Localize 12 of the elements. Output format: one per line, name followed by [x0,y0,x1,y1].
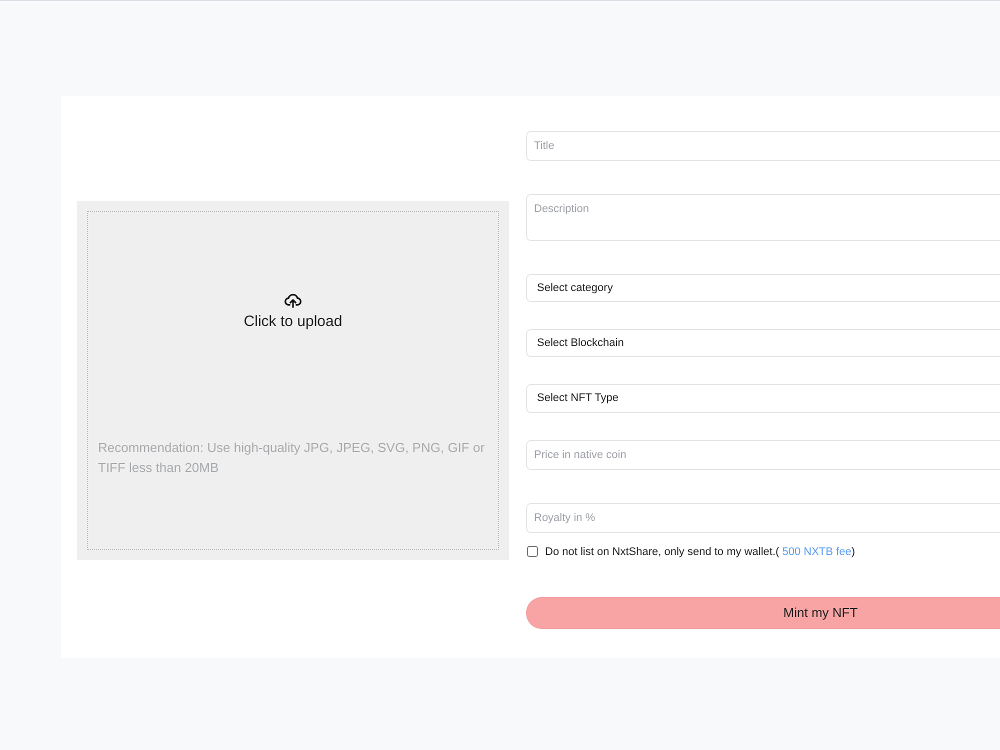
mint-button[interactable]: Mint my NFT [526,596,1000,629]
price-field[interactable]: Price in native coin [526,440,1000,470]
upload-label: Click to upload [244,312,342,330]
checkbox-label: Do not list on NxtShare, only send to my wallet.( 500 NXTB fee) [545,546,855,558]
nft-type-select[interactable]: Select NFT Type [526,384,1000,413]
checkbox[interactable] [527,546,538,558]
blockchain-select[interactable]: Select Blockchain [526,328,1000,358]
category-select[interactable]: Select category [526,274,1000,302]
royalty-field[interactable]: Royalty in % [526,502,1000,534]
recommendation-text: Recommendation: Use high-quality JPG, JPEG, SVG, PNG, GIF or TIFF less than 20MB [98,438,486,476]
title-field[interactable]: Title [526,131,1000,162]
description-field[interactable]: Description [526,194,1000,241]
